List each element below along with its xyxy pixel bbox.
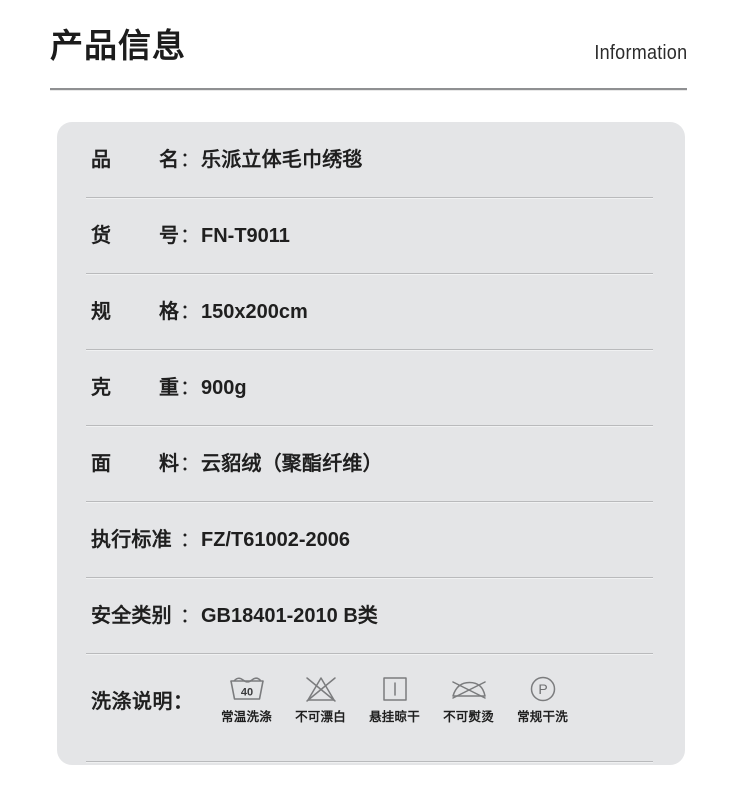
do-not-bleach-icon [301, 673, 341, 705]
spec-label: 面 料 [91, 453, 179, 475]
page-title: 产品信息 [50, 27, 186, 64]
care-caption: 悬挂晾干 [369, 710, 420, 724]
spec-text: 货 号 ： FN-T9011 [86, 223, 290, 249]
spec-row-standard: 执行标准 ： FZ/T61002-2006 [86, 502, 653, 578]
spec-text: 安全类别 ： GB18401-2010 B类 [86, 603, 378, 629]
spec-label: 规 格 [91, 301, 179, 323]
spec-colon: ： [180, 453, 200, 475]
spec-value: FN-T9011 [201, 225, 290, 247]
do-not-iron-icon [448, 673, 490, 705]
spec-value: 乐派立体毛巾绣毯 [201, 149, 363, 171]
spec-label: 安全类别 [91, 605, 172, 627]
spec-colon: ： [180, 301, 200, 323]
spec-text: 克 重 ： 900g [86, 375, 247, 401]
specification-list: 品 名 ： 乐派立体毛巾绣毯 货 号 ： FN-T9011 规 格 ： 150x… [57, 122, 685, 765]
spec-text: 执行标准 ： FZ/T61002-2006 [86, 527, 350, 553]
dryclean-p-icon: P [526, 673, 560, 705]
spec-row-size: 规 格 ： 150x200cm [86, 274, 653, 350]
spec-value: 150x200cm [201, 301, 308, 323]
care-symbol-wash: 40 常温洗涤 [210, 673, 284, 725]
product-info-card: 品 名 ： 乐派立体毛巾绣毯 货 号 ： FN-T9011 规 格 ： 150x… [57, 122, 685, 765]
care-symbol-dryclean: P 常规干洗 [506, 673, 580, 725]
care-row-divider [86, 761, 653, 762]
spec-label: 执行标准 [91, 529, 172, 551]
spec-colon: ： [180, 529, 200, 551]
care-caption: 常规干洗 [517, 710, 568, 724]
care-instructions-row: 洗涤说明： 40 常温洗涤 不可漂白 悬挂晾干 不可熨烫 P 常规干洗 [86, 654, 653, 762]
page-header: 产品信息 Information [50, 26, 687, 92]
care-caption: 不可熨烫 [443, 710, 494, 724]
spec-text: 品 名 ： 乐派立体毛巾绣毯 [86, 147, 363, 173]
spec-row-weight: 克 重 ： 900g [86, 350, 653, 426]
wash-temperature-text: 40 [240, 687, 252, 699]
care-caption: 不可漂白 [295, 710, 346, 724]
care-symbol-bleach: 不可漂白 [284, 673, 358, 725]
dryclean-solvent-letter: P [538, 681, 547, 697]
spec-value: GB18401-2010 B类 [201, 605, 378, 627]
spec-row-item-number: 货 号 ： FN-T9011 [86, 198, 653, 274]
spec-row-product-name: 品 名 ： 乐派立体毛巾绣毯 [86, 122, 653, 198]
spec-colon: ： [180, 377, 200, 399]
spec-label: 品 名 [91, 149, 179, 171]
care-symbol-iron: 不可熨烫 [432, 673, 506, 725]
spec-value: 900g [201, 377, 247, 399]
line-dry-icon [375, 673, 415, 705]
spec-row-fabric: 面 料 ： 云貂绒（聚酯纤维） [86, 426, 653, 502]
spec-colon: ： [180, 225, 200, 247]
spec-label: 货 号 [91, 225, 179, 247]
spec-colon: ： [180, 149, 200, 171]
header-divider [50, 88, 687, 90]
spec-value: 云貂绒（聚酯纤维） [201, 453, 383, 475]
page-subtitle-english: Information [593, 42, 687, 64]
wash-tub-40-icon: 40 [227, 673, 267, 705]
spec-value: FZ/T61002-2006 [201, 529, 350, 551]
spec-colon: ： [180, 605, 200, 627]
spec-text: 规 格 ： 150x200cm [86, 299, 308, 325]
care-caption: 常温洗涤 [221, 710, 272, 724]
care-instructions-label: 洗涤说明： [91, 690, 194, 713]
care-symbol-dry: 悬挂晾干 [358, 673, 432, 725]
care-symbol-group: 40 常温洗涤 不可漂白 悬挂晾干 不可熨烫 P 常规干洗 [210, 673, 580, 725]
spec-label: 克 重 [91, 377, 179, 399]
spec-row-safety-category: 安全类别 ： GB18401-2010 B类 [86, 578, 653, 654]
spec-text: 面 料 ： 云貂绒（聚酯纤维） [86, 451, 383, 477]
